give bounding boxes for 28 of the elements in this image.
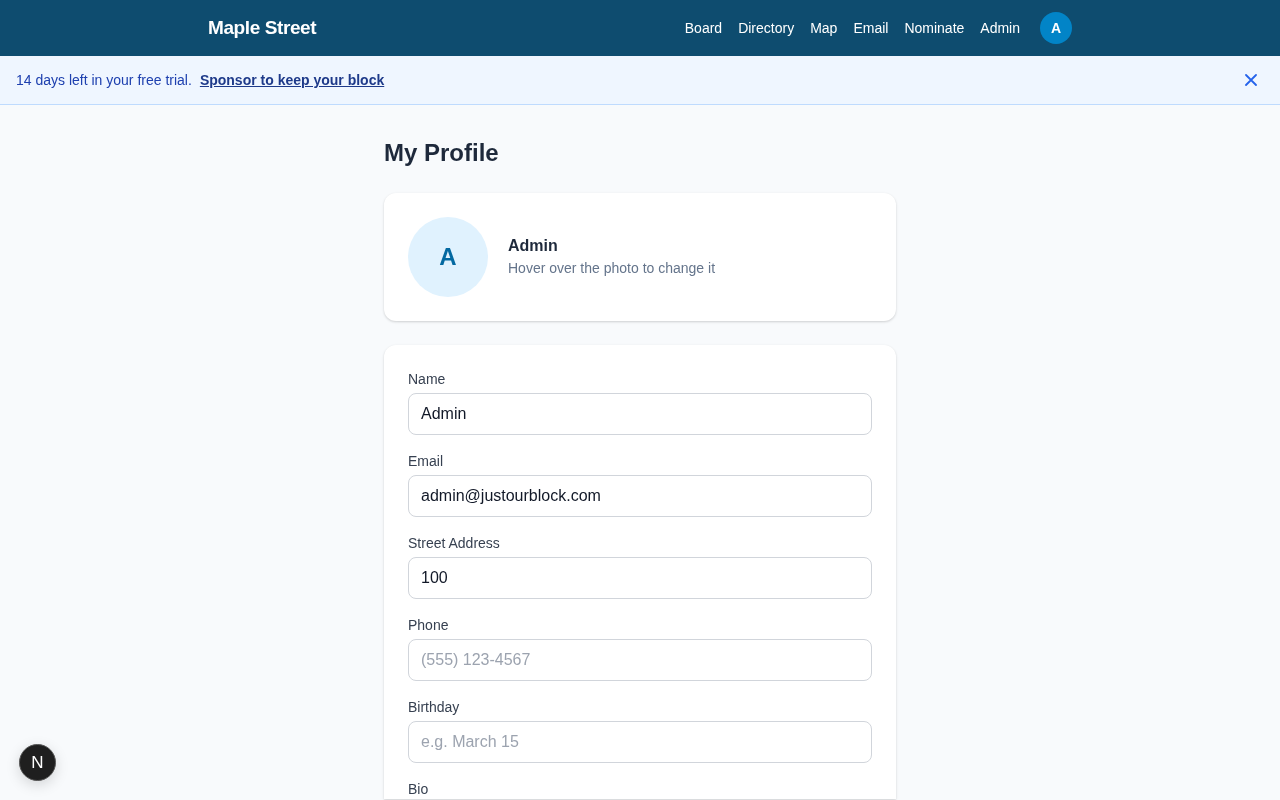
field-label: Birthday bbox=[408, 698, 461, 717]
field-label: Street Address bbox=[408, 534, 501, 553]
close-icon bbox=[1245, 74, 1257, 86]
trial-message: 14 days left in your free trial. bbox=[16, 72, 192, 88]
profile-avatar[interactable]: A bbox=[408, 217, 488, 297]
nav-link[interactable]: Admin bbox=[980, 20, 1020, 36]
text-field[interactable]: Admin bbox=[408, 393, 872, 435]
field-label: Name bbox=[408, 370, 447, 389]
user-avatar[interactable]: A bbox=[1040, 12, 1072, 44]
text-field[interactable]: admin@justourblock.com bbox=[408, 475, 872, 517]
nav-link[interactable]: Directory bbox=[738, 20, 795, 36]
nav-link[interactable]: Map bbox=[810, 20, 838, 36]
nav-link[interactable]: Email bbox=[853, 20, 889, 36]
text-field[interactable]: (555) 123-4567 bbox=[408, 639, 872, 681]
nav-link[interactable]: Board bbox=[684, 20, 723, 36]
page-title: My Profile bbox=[384, 138, 500, 168]
close-button[interactable] bbox=[1244, 73, 1258, 87]
profile-hint: Hover over the photo to change it bbox=[508, 259, 716, 278]
profile-name: Admin bbox=[508, 236, 559, 256]
sponsor-link[interactable]: Sponsor to keep your block bbox=[199, 72, 385, 88]
field-label: Phone bbox=[408, 616, 450, 635]
text-field[interactable]: 100 bbox=[408, 557, 872, 599]
field-label: Email bbox=[408, 452, 444, 471]
text-field[interactable]: e.g. March 15 bbox=[408, 721, 872, 763]
dev-tools-button[interactable]: N bbox=[19, 744, 56, 781]
nav-link[interactable]: Nominate bbox=[904, 20, 965, 36]
field-label: Bio bbox=[408, 780, 430, 799]
brand-name: Maple Street bbox=[208, 17, 317, 39]
